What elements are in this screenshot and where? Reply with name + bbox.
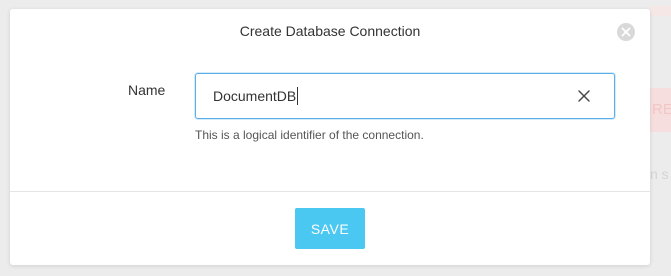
close-button[interactable] bbox=[617, 23, 635, 41]
name-field bbox=[195, 73, 615, 119]
save-button[interactable]: SAVE bbox=[295, 208, 365, 249]
footer-divider bbox=[10, 191, 650, 192]
background-header-fragment bbox=[650, 6, 671, 16]
create-connection-dialog: Create Database Connection Name This is … bbox=[10, 9, 650, 265]
clear-input-button[interactable] bbox=[576, 88, 592, 104]
close-icon bbox=[621, 27, 631, 37]
name-field-label: Name bbox=[128, 82, 166, 98]
dialog-title: Create Database Connection bbox=[239, 23, 421, 39]
name-input[interactable] bbox=[213, 74, 573, 118]
clear-icon bbox=[578, 90, 590, 102]
text-cursor bbox=[297, 87, 298, 105]
background-button-fragment: RE bbox=[650, 88, 671, 132]
name-help-text: This is a logical identifier of the conn… bbox=[195, 128, 424, 142]
background-text-fragment: n s bbox=[650, 166, 669, 182]
